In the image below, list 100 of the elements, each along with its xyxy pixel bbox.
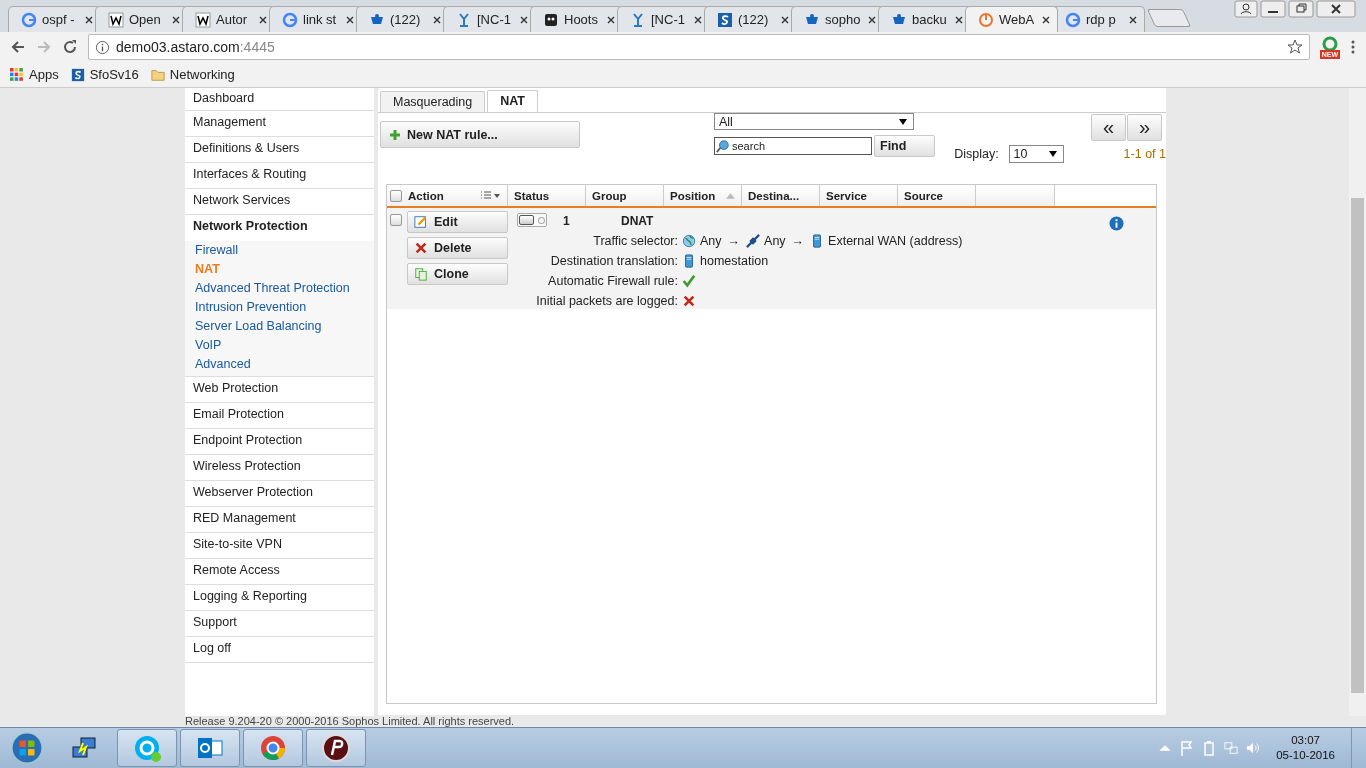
- bookmark[interactable]: Networking: [150, 67, 235, 82]
- column-header[interactable]: Action: [387, 185, 508, 206]
- checkbox[interactable]: [390, 214, 402, 226]
- sidebar-item[interactable]: Webserver Protection: [185, 481, 374, 507]
- user-icon[interactable]: [1234, 0, 1258, 18]
- back-icon[interactable]: [10, 39, 26, 55]
- cross-icon: [414, 241, 428, 255]
- sidebar-item[interactable]: Definitions & Users: [185, 137, 374, 163]
- column-header[interactable]: Source: [898, 185, 976, 206]
- column-header[interactable]: Group: [586, 185, 664, 206]
- find-button[interactable]: Find: [874, 135, 935, 157]
- detail-label: Initial packets are logged:: [535, 294, 678, 308]
- menu-icon[interactable]: [1350, 39, 1356, 55]
- sidebar-item[interactable]: Email Protection: [185, 403, 374, 429]
- sidebar-item[interactable]: Wireless Protection: [185, 455, 374, 481]
- bookmark[interactable]: SfoSv16: [70, 67, 139, 82]
- g-logo-icon: [1065, 11, 1081, 28]
- previous-page-button[interactable]: «: [1091, 114, 1126, 141]
- sidebar-subitem[interactable]: Advanced Threat Protection: [185, 279, 374, 298]
- folder-icon: [150, 67, 165, 82]
- sidebar-item[interactable]: Logging & Reporting: [185, 585, 374, 611]
- filter-dropdown[interactable]: All: [714, 113, 914, 130]
- search-icon: [716, 139, 730, 153]
- close-icon[interactable]: [780, 14, 790, 25]
- column-header[interactable]: Service: [820, 185, 898, 206]
- sidebar-item[interactable]: Network Protection: [185, 215, 374, 241]
- close-icon[interactable]: [258, 14, 268, 25]
- sidebar-subitem[interactable]: Firewall: [185, 241, 374, 260]
- object-name[interactable]: homestation: [700, 254, 769, 268]
- close-icon[interactable]: [693, 14, 703, 25]
- search-field[interactable]: search: [714, 137, 872, 155]
- sidebar-item[interactable]: Management: [185, 111, 374, 137]
- sidebar-subitem[interactable]: Intrusion Prevention: [185, 298, 374, 317]
- bookmark[interactable]: Apps: [10, 67, 59, 82]
- star-icon[interactable]: [1286, 39, 1303, 55]
- browser-tab[interactable]: WebA: [965, 6, 1058, 32]
- sort-icon: [726, 192, 735, 199]
- sidebar-subitem[interactable]: VoIP: [185, 336, 374, 355]
- minimize-icon[interactable]: [1260, 0, 1286, 18]
- restore-icon[interactable]: [1288, 0, 1314, 18]
- checkbox[interactable]: [390, 189, 402, 202]
- rule-name: DNAT: [621, 214, 654, 228]
- arrow-text: →: [727, 234, 741, 248]
- next-page-button[interactable]: »: [1127, 114, 1162, 141]
- close-icon[interactable]: [1316, 0, 1356, 18]
- globe-icon: [682, 234, 696, 248]
- pencil-icon: [414, 215, 428, 229]
- detail-label: Automatic Firewall rule:: [547, 274, 678, 288]
- sidebar-item[interactable]: Interfaces & Routing: [185, 163, 374, 189]
- close-icon[interactable]: [1128, 14, 1138, 25]
- close-icon[interactable]: [606, 14, 616, 25]
- windows-logo-icon: [11, 732, 43, 764]
- skype-logo-icon: [132, 733, 162, 763]
- taskbar-button[interactable]: [306, 729, 366, 767]
- sidebar-subitem[interactable]: Server Load Balancing: [185, 317, 374, 336]
- reload-icon[interactable]: [62, 39, 78, 55]
- close-icon[interactable]: [432, 14, 442, 25]
- sidebar-item[interactable]: Support: [185, 611, 374, 637]
- display-dropdown[interactable]: 10: [1008, 145, 1064, 163]
- close-icon[interactable]: [345, 14, 355, 25]
- sidebar-item[interactable]: Log off: [185, 637, 374, 663]
- sidebar-item[interactable]: Endpoint Protection: [185, 429, 374, 455]
- g-logo-icon: [282, 11, 298, 28]
- page-range: 1-1 of 1: [1123, 147, 1166, 161]
- status-toggle[interactable]: [517, 213, 547, 227]
- address-field[interactable]: demo03.astaro.com:4445: [88, 34, 1310, 60]
- close-icon[interactable]: [84, 14, 94, 25]
- sidebar-item[interactable]: Remote Access: [185, 559, 374, 585]
- scrollbar[interactable]: [1349, 88, 1366, 716]
- object-name[interactable]: Any: [700, 234, 722, 248]
- object-name[interactable]: External WAN (address): [828, 234, 963, 248]
- display-label: Display:: [954, 147, 999, 161]
- close-icon[interactable]: [954, 14, 964, 25]
- delete-button[interactable]: Delete: [407, 237, 508, 259]
- sidebar-item[interactable]: Dashboard: [185, 88, 374, 111]
- new-rule-button[interactable]: New NAT rule...: [380, 121, 580, 148]
- list-menu-icon[interactable]: [481, 190, 501, 201]
- sidebar-item[interactable]: Site-to-site VPN: [185, 533, 374, 559]
- sidebar-item[interactable]: Web Protection: [185, 377, 374, 403]
- tab[interactable]: Masquerading: [380, 91, 486, 112]
- sidebar-item[interactable]: RED Management: [185, 507, 374, 533]
- w-logo-icon: [108, 11, 124, 28]
- close-icon[interactable]: [1041, 14, 1051, 25]
- sidebar-item[interactable]: Network Services: [185, 189, 374, 215]
- object-name[interactable]: Any: [764, 234, 786, 248]
- info-icon[interactable]: [1109, 216, 1124, 231]
- column-header[interactable]: Status: [508, 185, 586, 206]
- column-header[interactable]: Destina...: [742, 185, 820, 206]
- column-header[interactable]: Position: [664, 185, 742, 206]
- close-icon[interactable]: [171, 14, 181, 25]
- footer-text: Release 9.204-20 © 2000-2016 Sophos Limited. All rights reserved.: [185, 715, 515, 727]
- tab[interactable]: NAT: [487, 90, 538, 112]
- clone-button[interactable]: Clone: [407, 263, 508, 285]
- clock[interactable]: 03:07 05-10-2016: [1268, 733, 1343, 763]
- close-icon[interactable]: [519, 14, 529, 25]
- copy-icon: [414, 267, 428, 281]
- tool-icon: [456, 11, 472, 28]
- sidebar-subitem[interactable]: Advanced: [185, 355, 374, 374]
- edit-button[interactable]: Edit: [407, 211, 508, 233]
- close-icon[interactable]: [867, 14, 877, 25]
